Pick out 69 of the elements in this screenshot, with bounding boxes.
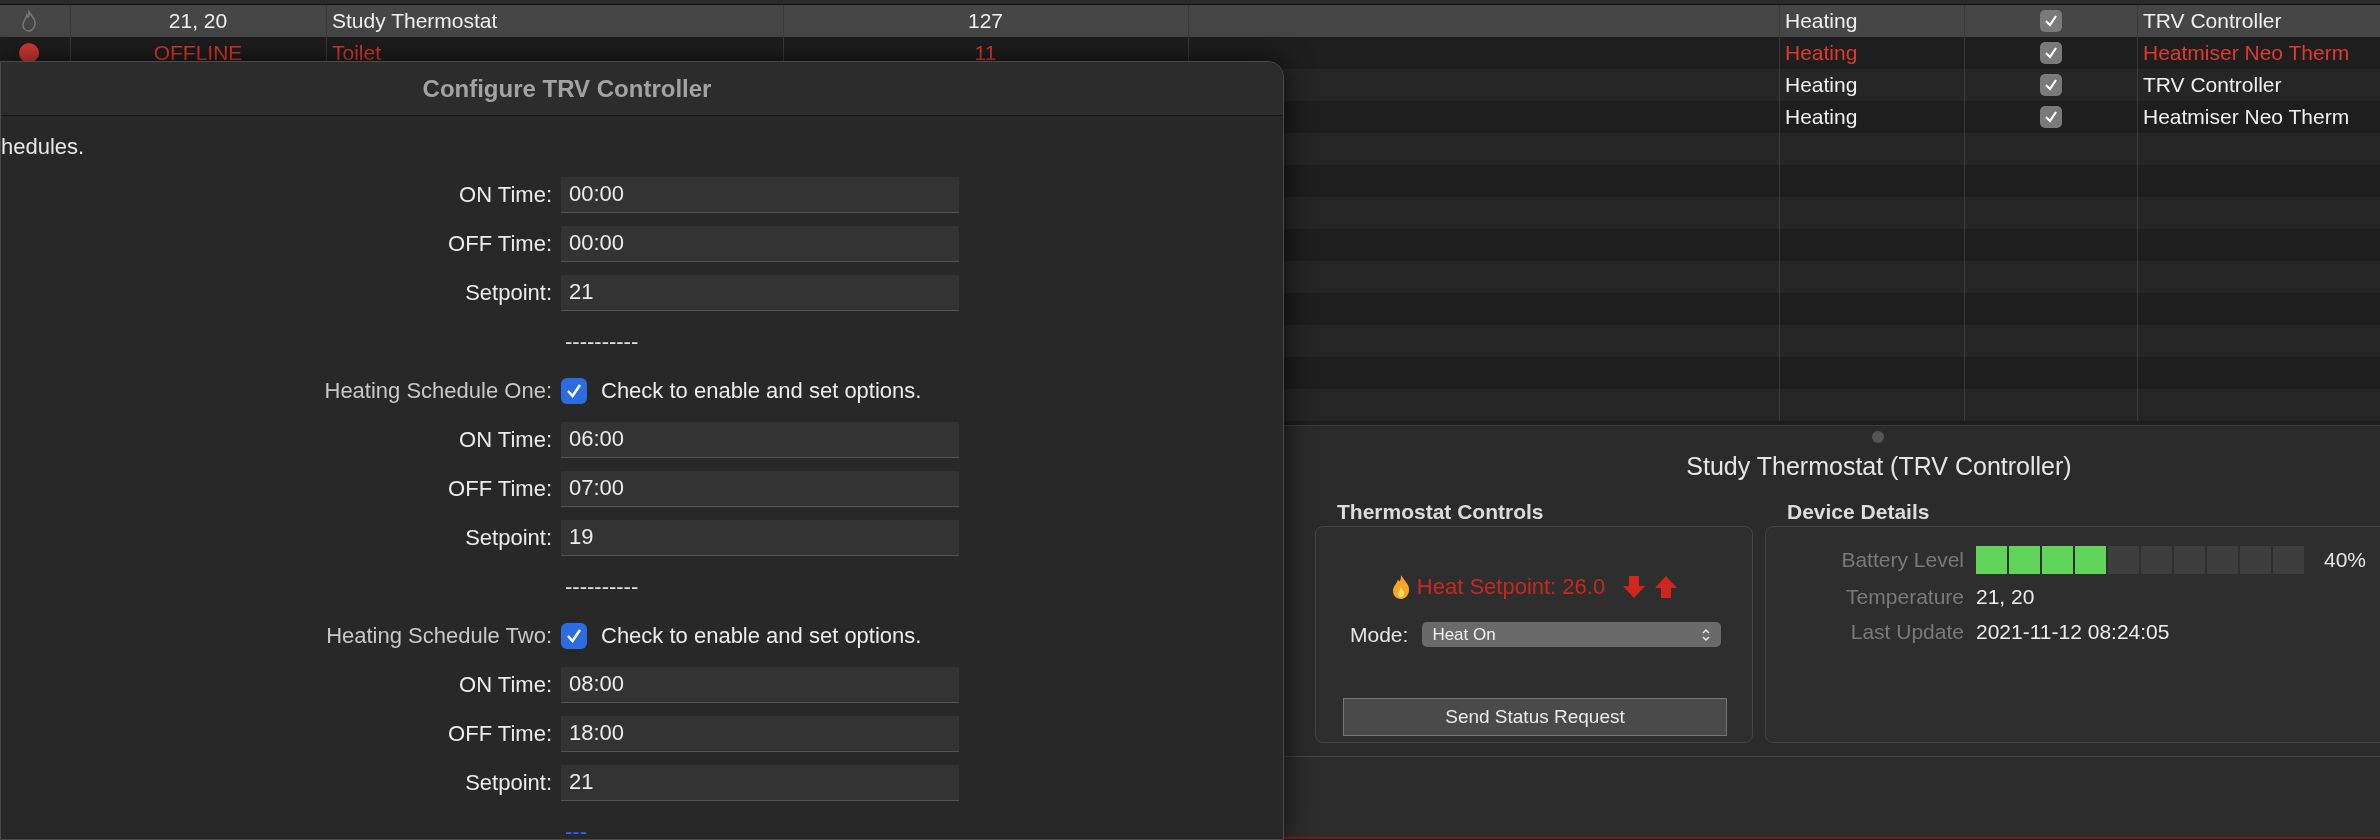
field-label: Setpoint: (465, 279, 552, 307)
description-text: hedules. (1, 133, 86, 161)
table-cell-text: Study Thermostat (332, 8, 498, 35)
check-icon (2042, 13, 2059, 29)
detail-label: Battery Level (1841, 547, 1964, 573)
input-field[interactable]: 21 (561, 764, 959, 801)
detail-value: 2021-11-12 08:24:05 (1976, 619, 2170, 645)
input-field[interactable]: 21 (561, 274, 959, 311)
table-cell-text: TRV Controller (2143, 8, 2282, 35)
table-cell-text: Heatmiser Neo Therm (2143, 40, 2350, 67)
separator-text: ---------- (564, 328, 639, 356)
field-label: OFF Time: (448, 230, 552, 258)
decrease-button[interactable] (1621, 573, 1648, 600)
field-label: ON Time: (459, 181, 552, 209)
send-status-button[interactable]: Send Status Request (1343, 698, 1727, 736)
field-label: Setpoint: (465, 524, 552, 552)
check-icon (2042, 77, 2059, 93)
field-label: ON Time: (459, 426, 552, 454)
detail-label: Temperature (1846, 584, 1964, 610)
table-cell-text: Heating (1785, 104, 1858, 131)
table-cell-text: 21, 20 (168, 8, 228, 35)
table-cell-text: 11 (974, 40, 997, 67)
section-heading: Thermostat Controls (1337, 499, 1544, 525)
table-cell-text: Toilet (332, 40, 382, 67)
field-label: OFF Time: (448, 720, 552, 748)
panel-title: Study Thermostat (TRV Controller) (1686, 451, 2072, 482)
checkbox[interactable] (561, 377, 587, 404)
checkbox[interactable] (561, 622, 587, 649)
input-field[interactable]: 07:00 (561, 470, 959, 507)
dialog-title: Configure TRV Controller (422, 73, 712, 104)
checkbox-label: Check to enable and set options. (600, 377, 922, 405)
field-label: Heating Schedule One: (324, 377, 552, 405)
input-field[interactable]: 00:00 (561, 176, 959, 213)
detail-label: Last Update (1850, 619, 1964, 645)
separator-text: ---------- (564, 573, 639, 601)
input-field[interactable]: 06:00 (561, 421, 959, 458)
table-cell-text: Heating (1785, 72, 1858, 99)
battery-reading: 40% (2324, 547, 2367, 573)
mode-dropdown[interactable]: Heat On (1422, 622, 1722, 648)
checkbox[interactable] (2039, 10, 2062, 32)
check-icon (2042, 109, 2059, 125)
updown-caret-icon (1701, 627, 1712, 642)
mode-label: Mode: (1350, 622, 1409, 648)
input-field[interactable]: 08:00 (561, 666, 959, 703)
table-row[interactable]: 21, 20 Study Thermostat 127 Heating TRV Controller (0, 5, 2380, 37)
input-field[interactable]: 00:00 (561, 225, 959, 262)
splitter-handle[interactable] (1872, 431, 1884, 443)
checkbox[interactable] (2039, 42, 2062, 64)
section-heading: Device Details (1787, 499, 1930, 525)
table-cell-text: 127 (967, 8, 1003, 35)
field-label: OFF Time: (448, 475, 552, 503)
field-label: ON Time: (459, 671, 552, 699)
setpoint-text: Heat Setpoint: 26.0 (1416, 573, 1607, 601)
input-field[interactable]: 18:00 (561, 715, 959, 752)
detail-value: 21, 20 (1976, 584, 2035, 610)
table-cell-text: Heating (1785, 40, 1858, 67)
checkbox[interactable] (2039, 74, 2062, 96)
status-dot-icon (18, 42, 40, 64)
checkbox[interactable] (2039, 106, 2062, 128)
table-cell-text: Heating (1785, 8, 1858, 35)
input-field[interactable]: 19 (561, 519, 959, 556)
checkbox-label: Check to enable and set options. (600, 622, 922, 650)
table-cell-text: TRV Controller (2143, 72, 2282, 99)
flame-icon (1390, 573, 1411, 600)
check-icon (2042, 45, 2059, 61)
field-label: Setpoint: (465, 769, 552, 797)
table-cell-text: OFFLINE (153, 40, 243, 67)
field-label: Heating Schedule Two: (326, 622, 552, 650)
table-cell-text: Heatmiser Neo Therm (2143, 104, 2350, 131)
